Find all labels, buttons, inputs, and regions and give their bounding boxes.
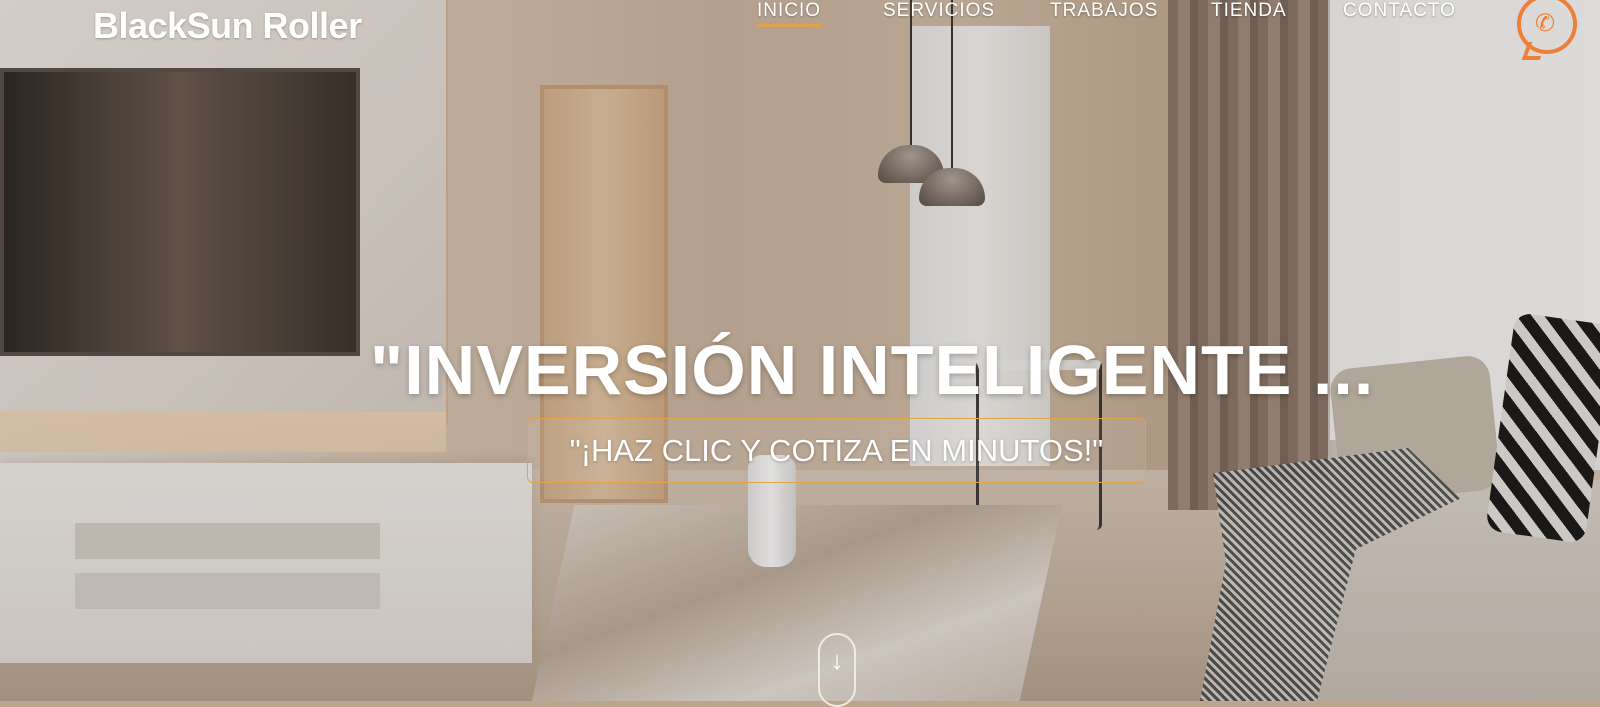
hero-headline: "INVERSIÓN INTELIGENTE ...	[370, 330, 1375, 409]
nav-item-inicio[interactable]: INICIO	[757, 0, 822, 27]
nav-item-tienda[interactable]: TIENDA	[1211, 0, 1287, 22]
nav-item-servicios[interactable]: SERVICIOS	[883, 0, 995, 22]
nav-item-contacto[interactable]: CONTACTO	[1343, 0, 1456, 22]
brand-logo[interactable]: BlackSun Roller	[93, 5, 362, 47]
scroll-down-button[interactable]: ↓	[818, 633, 856, 707]
nav-item-trabajos[interactable]: TRABAJOS	[1050, 0, 1158, 22]
whatsapp-icon[interactable]: ✆	[1517, 0, 1577, 54]
quote-cta-button[interactable]: "¡HAZ CLIC Y COTIZA EN MINUTOS!"	[527, 418, 1146, 483]
arrow-down-icon: ↓	[830, 645, 844, 675]
top-navigation: BlackSun Roller INICIO SERVICIOS TRABAJO…	[0, 0, 1600, 54]
